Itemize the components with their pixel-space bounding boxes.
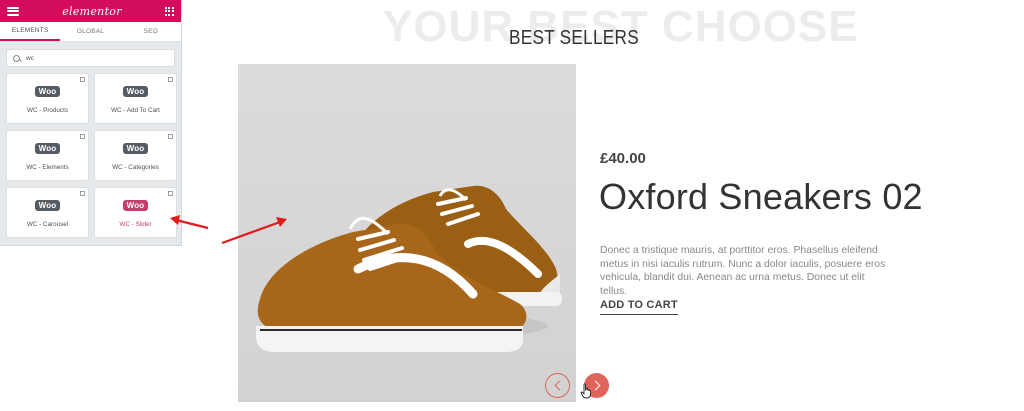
- elementor-logo: elementor: [62, 4, 122, 18]
- widget-grid: Woo WC - Products Woo WC - Add To Cart W…: [0, 73, 181, 238]
- widget-label: WC - Carousel: [26, 221, 69, 228]
- widget-search-input[interactable]: wc: [6, 49, 175, 67]
- tab-elements[interactable]: ELEMENTS: [0, 22, 61, 41]
- woo-icon: Woo: [34, 143, 61, 154]
- edit-icon: [80, 191, 85, 196]
- woo-icon: Woo: [122, 143, 149, 154]
- edit-icon: [80, 134, 85, 139]
- widget-wc-categories[interactable]: Woo WC - Categories: [94, 130, 177, 181]
- widget-wc-add-to-cart[interactable]: Woo WC - Add To Cart: [94, 73, 177, 124]
- panel-tabs: ELEMENTS GLOBAL SEO: [0, 22, 181, 42]
- hand-cursor-icon: [580, 383, 591, 399]
- add-to-cart-button[interactable]: ADD TO CART: [600, 299, 678, 315]
- widget-label: WC - Products: [27, 107, 68, 114]
- widget-label: WC - Elements: [26, 164, 69, 171]
- product-image: [238, 64, 576, 402]
- slider-prev-button[interactable]: [545, 373, 570, 398]
- tab-global[interactable]: GLOBAL: [60, 22, 120, 41]
- widget-label: WC - Add To Cart: [111, 107, 160, 114]
- product-title: Oxford Sneakers 02: [599, 176, 923, 217]
- widget-wc-slider[interactable]: Woo WC - Slider: [94, 187, 177, 238]
- edit-icon: [168, 191, 173, 196]
- product-price: £40.00: [600, 150, 646, 167]
- woo-icon: Woo: [34, 200, 61, 211]
- section-title: BEST SELLERS: [509, 27, 639, 49]
- edit-icon: [80, 77, 85, 82]
- screen: elementor ELEMENTS GLOBAL SEO wc Woo WC …: [0, 0, 1024, 411]
- chevron-left-icon: [554, 380, 564, 391]
- apps-grid-icon[interactable]: [164, 6, 174, 16]
- woo-icon: Woo: [34, 86, 61, 97]
- product-description: Donec a tristique mauris, at porttitor e…: [600, 245, 886, 297]
- sneaker-image: [238, 64, 576, 402]
- panel-header: elementor: [0, 0, 181, 22]
- woo-icon: Woo: [122, 86, 149, 97]
- edit-icon: [168, 77, 173, 82]
- widget-wc-products[interactable]: Woo WC - Products: [6, 73, 89, 124]
- menu-icon[interactable]: [7, 6, 19, 16]
- edit-icon: [168, 134, 173, 139]
- widget-label: WC - Slider: [119, 221, 152, 228]
- widget-label: WC - Categories: [112, 164, 159, 171]
- elementor-panel: elementor ELEMENTS GLOBAL SEO wc Woo WC …: [0, 0, 182, 246]
- tab-seo[interactable]: SEO: [121, 22, 181, 41]
- widget-wc-carousel[interactable]: Woo WC - Carousel: [6, 187, 89, 238]
- woo-icon: Woo: [122, 200, 149, 211]
- search-icon: [13, 54, 20, 62]
- search-value: wc: [26, 54, 34, 62]
- widget-wc-elements[interactable]: Woo WC - Elements: [6, 130, 89, 181]
